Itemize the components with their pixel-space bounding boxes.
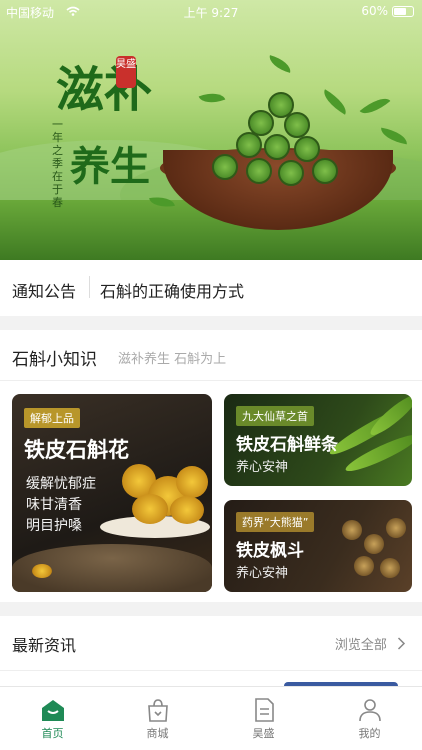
tab-label: 首页 [41,727,64,740]
card-name: 铁皮枫斗 [236,541,304,561]
dendrobium-stem [264,134,290,160]
battery-icon [392,6,414,17]
tab-label: 我的 [358,727,381,740]
shopping-bag-icon [147,699,168,722]
card-name: 铁皮石斛鲜条 [236,435,338,455]
dendrobium-stem [312,158,338,184]
dendrobium-stem [236,132,262,158]
section-subtitle: 滋补养生 石斛为上 [118,352,227,367]
leaf-decoration [379,127,409,145]
view-all-label: 浏览全部 [334,638,387,653]
notice-label: 通知公告 [12,282,77,301]
leaf-decoration [266,55,294,73]
banner-slogan-line1: 滋补 [56,62,153,118]
dendrobium-stem [212,154,238,180]
notice-divider [89,276,90,298]
card-description-line: 明目护嗓 [26,518,82,534]
chevron-right-icon [397,637,406,650]
brand-seal: 昊盛 [116,56,136,88]
tab-haosheng[interactable]: 昊盛 [211,687,316,750]
document-icon [254,698,274,722]
clock: 上午 9:27 [183,6,239,20]
fengdou-image [364,534,384,554]
dried-flower-image [32,564,52,578]
hero-banner[interactable]: 滋补 养生 昊盛 一年之季在于春 中国移动 上午 9:27 60% [0,0,422,260]
divider [0,380,422,381]
person-icon [358,699,381,722]
card-tag: 九大仙草之首 [236,406,314,426]
home-icon [41,700,64,721]
dried-flower-image [176,466,208,498]
card-tag: 解郁上品 [24,408,80,428]
notice-bar[interactable]: 通知公告 石斛的正确使用方式 [0,260,422,316]
knowledge-card-flower[interactable]: 解郁上品 铁皮石斛花 缓解忧郁症 味甘清香 明目护嗓 [12,394,212,592]
fengdou-image [380,558,400,578]
battery-percentage: 60% [361,4,388,18]
dried-flower-image [170,496,204,524]
leaf-image [366,394,412,440]
tab-home[interactable]: 首页 [0,687,105,750]
fengdou-image [354,556,374,576]
leaf-decoration [319,89,351,115]
knowledge-section: 石斛小知识 滋补养生 石斛为上 解郁上品 铁皮石斛花 缓解忧郁症 味甘清香 明目… [0,330,422,602]
knowledge-card-fengdou[interactable]: 药界“大熊猫” 铁皮枫斗 养心安神 [224,500,412,592]
card-name: 铁皮石斛花 [24,438,129,462]
dendrobium-stem [278,160,304,186]
banner-slogan-line2: 养生 [70,143,150,190]
bottom-tab-bar: 首页 商城 昊盛 我的 [0,686,422,750]
divider [0,670,422,671]
leaf-decoration [198,88,226,108]
tab-mall[interactable]: 商城 [105,687,210,750]
card-description-line: 味甘清香 [26,497,82,513]
notice-text[interactable]: 石斛的正确使用方式 [100,278,244,302]
banner-slogan-small: 一年之季在于春 [52,118,63,209]
fengdou-image [386,518,406,538]
dendrobium-stem [294,136,320,162]
section-title: 最新资讯 [12,636,77,655]
dried-flower-image [132,494,168,524]
fengdou-image [342,520,362,540]
dendrobium-stem [284,112,310,138]
knowledge-card-fresh-stem[interactable]: 九大仙草之首 铁皮石斛鲜条 养心安神 [224,394,412,486]
card-description: 缓解忧郁症 味甘清香 明目护嗓 [26,474,96,537]
status-bar: 中国移动 上午 9:27 60% [0,0,422,22]
tab-profile[interactable]: 我的 [317,687,422,750]
tab-label: 商城 [146,727,169,740]
news-section: 最新资讯 浏览全部 [0,616,422,686]
view-all-link[interactable]: 浏览全部 [335,634,406,653]
card-tag: 药界“大熊猫” [236,512,315,532]
tab-label: 昊盛 [252,727,275,740]
card-description-line: 缓解忧郁症 [26,476,96,492]
card-description: 养心安神 [236,460,289,475]
leaf-decoration [359,91,391,121]
section-title: 石斛小知识 [12,350,97,370]
dendrobium-stem [246,158,272,184]
card-description: 养心安神 [236,566,289,581]
app-screen: 滋补 养生 昊盛 一年之季在于春 中国移动 上午 9:27 60% 通知公告 石… [0,0,422,750]
